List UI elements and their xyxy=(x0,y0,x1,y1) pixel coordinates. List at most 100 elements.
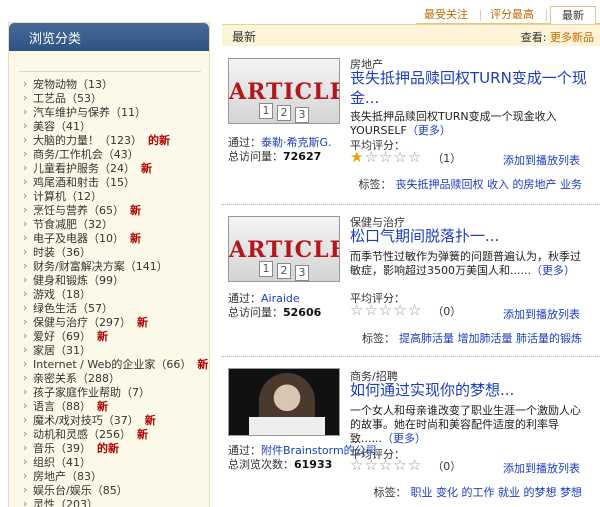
sidebar-category-item[interactable]: 动机和灵感（256） 新 xyxy=(23,427,209,442)
rating-count: （0） xyxy=(432,460,462,473)
star-icon[interactable]: ☆ xyxy=(408,456,422,474)
sidebar-category-item[interactable]: 组织（41） xyxy=(23,455,209,470)
tags-label: 标签： xyxy=(362,332,395,345)
item-divider xyxy=(222,204,600,205)
sidebar-category-item[interactable]: 孩子家庭作业帮助（7） xyxy=(23,385,209,400)
sidebar-category-item[interactable]: 绿色生活（57） xyxy=(23,301,209,316)
sidebar-category-item[interactable]: 计算机（12） xyxy=(23,189,209,204)
star-icon[interactable]: ☆ xyxy=(364,456,378,474)
visits-count: 52606 xyxy=(283,306,322,319)
sidebar-category-item[interactable]: 宠物动物（13） xyxy=(23,77,209,92)
thumbnail-num: 2 xyxy=(277,263,291,279)
sidebar-category-item[interactable]: 儿童看护服务（24） 新 xyxy=(23,161,209,176)
new-badge: 新 xyxy=(97,330,108,343)
sidebar-category-item[interactable]: 音乐（39） 的新 xyxy=(23,441,209,456)
star-icon[interactable]: ★ xyxy=(350,148,364,166)
new-badge: 的新 xyxy=(148,134,170,147)
sidebar-category-label: 游戏（18） xyxy=(33,288,91,301)
star-icon[interactable]: ☆ xyxy=(350,456,364,474)
article-thumbnail[interactable]: ARTICLE 1 2 3 xyxy=(228,216,340,282)
tab-most-watched[interactable]: 最受关注 xyxy=(416,6,476,24)
thumbnail-num: 2 xyxy=(277,105,291,121)
item-divider xyxy=(222,356,600,357)
sidebar-category-item[interactable]: 家居（31） xyxy=(23,343,209,358)
sidebar-category-item[interactable]: 商务/工作机会（43） xyxy=(23,147,209,162)
author-label: 通过： xyxy=(228,292,261,305)
star-icon[interactable]: ☆ xyxy=(408,301,422,319)
tag-links[interactable]: 职业 变化 的工作 就业 的梦想 梦想 xyxy=(411,486,582,499)
add-to-playlist-button[interactable]: 添加到播放列表 xyxy=(503,306,580,322)
star-icon[interactable]: ☆ xyxy=(379,456,393,474)
article-thumbnail[interactable] xyxy=(228,368,340,436)
star-icon[interactable]: ☆ xyxy=(393,148,407,166)
sidebar-category-label: 健身和锻炼（99） xyxy=(33,274,124,287)
article-item: ARTICLE 1 2 3 通过：Airaide 总访问量：52606 保健与治… xyxy=(222,210,600,350)
view-label: 查看: xyxy=(520,31,547,44)
sidebar-category-item[interactable]: 语言（88） 新 xyxy=(23,399,209,414)
star-icon[interactable]: ☆ xyxy=(350,301,364,319)
author-link[interactable]: Airaide xyxy=(261,292,300,305)
more-link[interactable]: （更多） xyxy=(382,432,426,445)
sidebar-category-item[interactable]: 爱好（69） 新 xyxy=(23,329,209,344)
tab-top-rated[interactable]: 评分最高 xyxy=(482,6,542,24)
sidebar-category-item[interactable]: 灵性（203） xyxy=(23,497,209,507)
sidebar-category-item[interactable]: 工艺品（53） xyxy=(23,91,209,106)
article-title[interactable]: 如何通过实现你的梦想... xyxy=(350,380,594,400)
sort-tabs: 最受关注 评分最高 最新 xyxy=(416,4,600,24)
sidebar-category-label: 孩子家庭作业帮助（7） xyxy=(33,386,150,399)
article-title[interactable]: 松口气期间脱落扑一... xyxy=(350,226,594,246)
visits-count: 61933 xyxy=(294,458,333,471)
sidebar-category-item[interactable]: 游戏（18） xyxy=(23,287,209,302)
star-icon[interactable]: ☆ xyxy=(379,301,393,319)
new-badge: 新 xyxy=(130,204,141,217)
sidebar-category-item[interactable]: 保健与治疗（297） 新 xyxy=(23,315,209,330)
sidebar-category-item[interactable]: Internet / Web的企业家（66） 新 xyxy=(23,357,209,372)
author-link[interactable]: 泰勒·希克斯G. xyxy=(261,136,332,149)
sidebar-category-item[interactable]: 烹饪与营养（65） 新 xyxy=(23,203,209,218)
star-icon[interactable]: ☆ xyxy=(408,148,422,166)
sidebar-category-item[interactable]: 财务/财富解决方案（141） xyxy=(23,259,209,274)
sidebar-category-label: 工艺品（53） xyxy=(33,92,102,105)
article-thumbnail[interactable]: ARTICLE 1 2 3 xyxy=(228,58,340,124)
add-to-playlist-button[interactable]: 添加到播放列表 xyxy=(503,152,580,168)
star-icon[interactable]: ☆ xyxy=(393,456,407,474)
sidebar-category-item[interactable]: 魔术/戏对技巧（37） 新 xyxy=(23,413,209,428)
sidebar-category-item[interactable]: 时装（36） xyxy=(23,245,209,260)
tag-links[interactable]: 丧失抵押品赎回权 收入 的房地产 业务 xyxy=(396,178,583,191)
add-to-playlist-button[interactable]: 添加到播放列表 xyxy=(503,460,580,476)
sidebar-category-item[interactable]: 美容（41） xyxy=(23,119,209,134)
tab-newest[interactable]: 最新 xyxy=(550,6,596,24)
article-title[interactable]: 丧失抵押品赎回权TURN变成一个现金... xyxy=(350,68,594,108)
portrait-shirt xyxy=(249,417,325,435)
sidebar-category-item[interactable]: 亲密关系（288） xyxy=(23,371,209,386)
sidebar-category-item[interactable]: 电子及电器（10） 新 xyxy=(23,231,209,246)
new-badge: 新 xyxy=(137,316,148,329)
sidebar-category-label: 娱乐台/娱乐（85） xyxy=(33,484,128,497)
sidebar-category-item[interactable]: 娱乐台/娱乐（85） xyxy=(23,483,209,498)
sidebar-category-label: 语言（88） xyxy=(33,400,91,413)
desc-text: 丧失抵押品赎回权TURN变成一个现金收入YOURSELF xyxy=(350,110,557,137)
sidebar-category-item[interactable]: 节食减肥（32） xyxy=(23,217,209,232)
rating-stars[interactable]: ★☆☆☆☆ （1） xyxy=(350,148,461,166)
author-label: 通过： xyxy=(228,136,261,149)
star-icon[interactable]: ☆ xyxy=(393,301,407,319)
more-link[interactable]: （更多） xyxy=(531,264,575,277)
sidebar-category-item[interactable]: 鸡尾酒和射击（15） xyxy=(23,175,209,190)
star-icon[interactable]: ☆ xyxy=(364,148,378,166)
sidebar-category-label: 鸡尾酒和射击（15） xyxy=(33,176,135,189)
rating-stars[interactable]: ☆☆☆☆☆ （0） xyxy=(350,301,461,319)
sidebar-category-item[interactable]: 房地产（83） xyxy=(23,469,209,484)
sidebar-category-label: 节食减肥（32） xyxy=(33,218,113,231)
rating-stars[interactable]: ☆☆☆☆☆ （0） xyxy=(350,456,461,474)
star-icon[interactable]: ☆ xyxy=(379,148,393,166)
sidebar-category-item[interactable]: 大脑的力量！（123） 的新 xyxy=(23,133,209,148)
sidebar-category-item[interactable]: 汽车维护与保养（11） xyxy=(23,105,209,120)
more-link[interactable]: （更多） xyxy=(407,124,451,137)
sidebar-category-label: 商务/工作机会（43） xyxy=(33,148,139,161)
main-header: 最新 查看: 更多新品 xyxy=(222,24,600,46)
thumbnail-num: 3 xyxy=(295,265,309,281)
more-new-link[interactable]: 更多新品 xyxy=(550,31,594,44)
tag-links[interactable]: 提高肺活量 增加肺活量 肺活量的锻炼 xyxy=(399,332,582,345)
sidebar-category-item[interactable]: 健身和锻炼（99） xyxy=(23,273,209,288)
star-icon[interactable]: ☆ xyxy=(364,301,378,319)
